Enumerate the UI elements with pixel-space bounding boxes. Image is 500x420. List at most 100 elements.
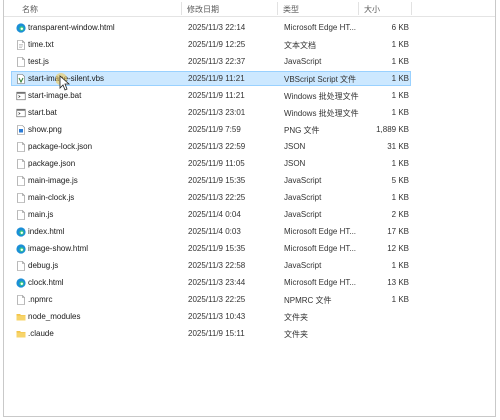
file-row[interactable]: main-image.js 2025/11/9 15:35 JavaScript 5 … <box>11 173 411 188</box>
file-type: Windows 批处理文件 <box>284 109 359 118</box>
file-size: 1 KB <box>391 40 409 49</box>
file-name: test.js <box>28 57 49 66</box>
file-name: main.js <box>28 210 54 219</box>
file-size: 1 KB <box>391 108 409 117</box>
generic-file-icon <box>17 295 25 305</box>
column-header-date[interactable]: 修改日期 <box>187 4 219 15</box>
file-row[interactable]: time.txt 2025/11/9 12:25 文本文档 1 KB <box>11 37 411 52</box>
file-date-modified: 2025/11/3 23:44 <box>188 278 246 287</box>
file-type: Windows 批处理文件 <box>284 92 359 101</box>
column-divider[interactable] <box>411 2 412 15</box>
file-name: main-clock.js <box>28 193 75 202</box>
generic-file-icon <box>17 159 25 169</box>
bat-file-icon <box>16 108 26 118</box>
png-file-icon <box>17 125 25 135</box>
file-name: start-image.bat <box>28 91 82 100</box>
file-name: main-image.js <box>28 176 78 185</box>
file-size: 1 KB <box>391 261 409 270</box>
file-type: PNG 文件 <box>284 126 320 135</box>
file-name: start.bat <box>28 108 57 117</box>
file-size: 31 KB <box>387 142 409 151</box>
js-file-icon <box>17 193 25 203</box>
file-name: package-lock.json <box>28 142 93 151</box>
file-row[interactable]: .npmrc 2025/11/3 22:25 NPMRC 文件 1 KB <box>11 292 411 307</box>
file-type: JavaScript <box>284 57 322 66</box>
file-name: package.json <box>28 159 76 168</box>
file-row[interactable]: package.json 2025/11/9 11:05 JSON 1 KB <box>11 156 411 171</box>
file-date-modified: 2025/11/4 0:04 <box>188 210 241 219</box>
edge-html-icon <box>16 23 26 33</box>
file-row[interactable]: main.js 2025/11/4 0:04 JavaScript 2 KB <box>11 207 411 222</box>
file-date-modified: 2025/11/3 10:43 <box>188 312 246 321</box>
js-file-icon <box>17 57 25 67</box>
file-date-modified: 2025/11/9 15:35 <box>188 244 246 253</box>
column-header-name[interactable]: 名称 <box>22 4 38 15</box>
file-name: transparent-window.html <box>28 23 115 32</box>
vbs-file-icon <box>17 74 25 84</box>
file-type: 文件夹 <box>284 330 308 339</box>
folder-row[interactable]: .claude 2025/11/9 15:11 文件夹 <box>11 326 411 341</box>
edge-html-icon <box>16 244 26 254</box>
file-name: .claude <box>28 329 54 338</box>
file-date-modified: 2025/11/3 23:01 <box>188 108 246 117</box>
file-date-modified: 2025/11/3 22:58 <box>188 261 246 270</box>
file-name: image-show.html <box>28 244 89 253</box>
file-size: 2 KB <box>391 210 409 219</box>
column-header: 名称 修改日期 类型 大小 <box>4 0 495 17</box>
file-type: JavaScript <box>284 261 322 270</box>
file-size: 1 KB <box>391 159 409 168</box>
file-name: .npmrc <box>28 295 53 304</box>
column-header-size[interactable]: 大小 <box>364 4 380 15</box>
file-date-modified: 2025/11/3 22:25 <box>188 295 246 304</box>
edge-html-icon <box>16 278 26 288</box>
edge-html-icon <box>16 227 26 237</box>
file-date-modified: 2025/11/9 11:21 <box>188 91 245 100</box>
folder-row[interactable]: node_modules 2025/11/3 10:43 文件夹 <box>11 309 411 324</box>
folder-icon <box>16 331 26 338</box>
file-size: 1 KB <box>391 57 409 66</box>
column-divider[interactable] <box>358 2 359 15</box>
generic-file-icon <box>17 142 25 152</box>
file-row[interactable]: test.js 2025/11/3 22:37 JavaScript 1 KB <box>11 54 411 69</box>
file-row[interactable]: index.html 2025/11/4 0:03 Microsoft Edge H… <box>11 224 411 239</box>
text-file-icon <box>17 40 25 50</box>
file-type: Microsoft Edge HT... <box>284 278 357 287</box>
js-file-icon <box>17 210 25 220</box>
file-row[interactable]: clock.html 2025/11/3 23:44 Microsoft Edge … <box>11 275 411 290</box>
file-row[interactable]: image-show.html 2025/11/9 15:35 Microsoft … <box>11 241 411 256</box>
js-file-icon <box>17 176 25 186</box>
file-type: JSON <box>284 142 306 151</box>
file-type: VBScript Script 文件 <box>284 75 357 84</box>
js-file-icon <box>17 261 25 271</box>
file-date-modified: 2025/11/4 0:03 <box>188 227 241 236</box>
file-name: node_modules <box>28 312 81 321</box>
file-type: JavaScript <box>284 176 322 185</box>
file-type: NPMRC 文件 <box>284 296 332 305</box>
file-row[interactable]: package-lock.json 2025/11/3 22:59 JSON 31 K… <box>11 139 411 154</box>
file-row[interactable]: main-clock.js 2025/11/3 22:25 JavaScript 1 … <box>11 190 411 205</box>
column-header-type[interactable]: 类型 <box>283 4 299 15</box>
file-type: 文件夹 <box>284 313 308 322</box>
file-size: 1 KB <box>391 74 409 83</box>
column-divider[interactable] <box>181 2 182 15</box>
file-name: debug.js <box>28 261 59 270</box>
column-divider[interactable] <box>277 2 278 15</box>
mouse-pointer-icon <box>56 73 71 91</box>
file-row[interactable]: transparent-window.html 2025/11/3 22:14 Mi… <box>11 20 411 35</box>
folder-icon <box>16 314 26 321</box>
file-row[interactable]: show.png 2025/11/9 7:59 PNG 文件 1,889 KB <box>11 122 411 137</box>
file-row[interactable]: start.bat 2025/11/3 23:01 Windows 批处理文件 1 K… <box>11 105 411 120</box>
file-date-modified: 2025/11/9 11:05 <box>188 159 245 168</box>
file-date-modified: 2025/11/9 11:21 <box>188 74 245 83</box>
file-size: 1,889 KB <box>376 125 409 134</box>
file-size: 13 KB <box>387 278 409 287</box>
file-size: 1 KB <box>391 295 409 304</box>
file-size: 1 KB <box>391 193 409 202</box>
file-date-modified: 2025/11/9 7:59 <box>188 125 241 134</box>
file-date-modified: 2025/11/3 22:14 <box>188 23 246 32</box>
file-date-modified: 2025/11/3 22:37 <box>188 57 246 66</box>
file-type: JavaScript <box>284 193 322 202</box>
file-date-modified: 2025/11/9 15:11 <box>188 329 245 338</box>
file-row[interactable]: debug.js 2025/11/3 22:58 JavaScript 1 KB <box>11 258 411 273</box>
file-name: clock.html <box>28 278 64 287</box>
